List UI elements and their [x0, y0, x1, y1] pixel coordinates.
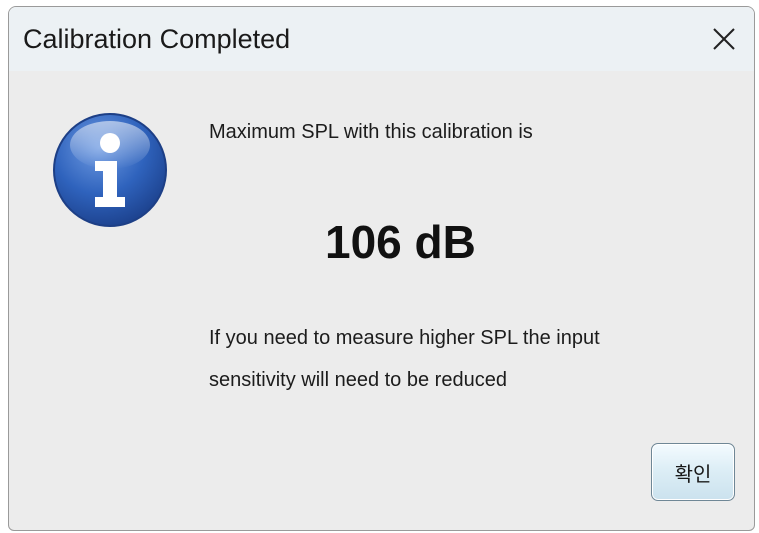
calibration-dialog: Calibration Completed Maximum SPL with t…: [8, 6, 755, 531]
max-spl-value: 106 dB: [325, 216, 476, 268]
message-line-3: sensitivity will need to be reduced: [209, 369, 507, 391]
close-icon: [713, 28, 735, 50]
message-line-1: Maximum SPL with this calibration is: [209, 121, 533, 143]
title-bar: Calibration Completed: [9, 7, 754, 71]
info-icon: [53, 113, 167, 227]
ok-button[interactable]: 확인: [651, 443, 735, 501]
window-title: Calibration Completed: [23, 24, 291, 54]
close-button[interactable]: [700, 15, 748, 63]
message-line-2: If you need to measure higher SPL the in…: [209, 327, 600, 349]
